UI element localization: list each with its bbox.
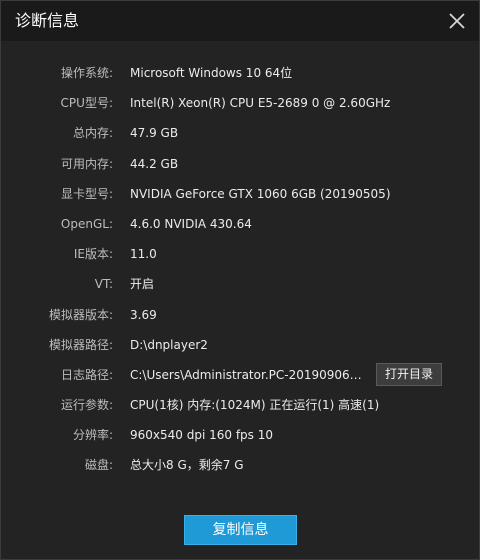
info-label: 日志路径: bbox=[60, 367, 113, 382]
info-row-opengl: OpenGL: 4.6.0 NVIDIA 430.64 bbox=[1, 209, 479, 239]
info-value: C:\Users\Administrator.PC-20190906NF... bbox=[130, 367, 370, 382]
info-value: D:\dnplayer2 bbox=[130, 337, 208, 352]
info-label: 操作系统: bbox=[60, 66, 113, 80]
info-row-gpu: 显卡型号: NVIDIA GeForce GTX 1060 6GB (20190… bbox=[1, 179, 479, 209]
info-value: 开启 bbox=[130, 277, 155, 292]
info-value: 4.6.0 NVIDIA 430.64 bbox=[130, 216, 252, 231]
info-value: Microsoft Windows 10 64位 bbox=[130, 66, 293, 80]
info-label: 分辨率: bbox=[72, 428, 113, 443]
info-value: 960x540 dpi 160 fps 10 bbox=[130, 428, 274, 443]
diagnostics-dialog: 诊断信息 操作系统: Microsoft Windows 10 64位 CPU型… bbox=[0, 0, 480, 560]
info-label: 模拟器路径: bbox=[48, 337, 113, 352]
copy-info-button[interactable]: 复制信息 bbox=[184, 515, 297, 545]
info-row-os: 操作系统: Microsoft Windows 10 64位 bbox=[1, 58, 479, 88]
info-value: 3.69 bbox=[130, 307, 157, 322]
info-row-vt: VT: 开启 bbox=[1, 269, 479, 299]
info-row-cpu: CPU型号: Intel(R) Xeon(R) CPU E5-2689 0 @ … bbox=[1, 88, 479, 118]
info-row-emulator-version: 模拟器版本: 3.69 bbox=[1, 300, 479, 330]
info-value: NVIDIA GeForce GTX 1060 6GB (20190505) bbox=[130, 186, 391, 201]
info-value: 11.0 bbox=[130, 247, 157, 262]
info-label: IE版本: bbox=[73, 247, 113, 262]
info-row-ie-version: IE版本: 11.0 bbox=[1, 239, 479, 269]
info-value: CPU(1核) 内存:(1024M) 正在运行(1) 高速(1) bbox=[130, 398, 380, 413]
info-label: 磁盘: bbox=[84, 458, 113, 473]
info-value: 总大小8 G，剩余7 G bbox=[130, 458, 244, 473]
info-value: 47.9 GB bbox=[130, 126, 179, 141]
info-row-run-params: 运行参数: CPU(1核) 内存:(1024M) 正在运行(1) 高速(1) bbox=[1, 390, 479, 420]
info-label: 可用内存: bbox=[60, 156, 113, 171]
close-icon[interactable] bbox=[443, 7, 471, 35]
info-label: 模拟器版本: bbox=[48, 307, 113, 322]
info-label: 显卡型号: bbox=[60, 186, 113, 201]
info-value: 44.2 GB bbox=[130, 156, 179, 171]
info-label: 运行参数: bbox=[60, 398, 113, 413]
info-label: VT: bbox=[94, 277, 113, 292]
info-row-log-path: 日志路径: C:\Users\Administrator.PC-20190906… bbox=[1, 360, 479, 390]
info-row-resolution: 分辨率: 960x540 dpi 160 fps 10 bbox=[1, 420, 479, 450]
info-label: OpenGL: bbox=[60, 216, 113, 231]
info-label: CPU型号: bbox=[60, 96, 113, 111]
dialog-title: 诊断信息 bbox=[15, 11, 80, 30]
open-directory-button[interactable]: 打开目录 bbox=[376, 362, 442, 386]
info-row-total-memory: 总内存: 47.9 GB bbox=[1, 118, 479, 148]
dialog-titlebar: 诊断信息 bbox=[1, 1, 479, 41]
info-row-emulator-path: 模拟器路径: D:\dnplayer2 bbox=[1, 330, 479, 360]
info-label: 总内存: bbox=[72, 126, 113, 141]
info-list: 操作系统: Microsoft Windows 10 64位 CPU型号: In… bbox=[1, 58, 479, 481]
info-row-available-memory: 可用内存: 44.2 GB bbox=[1, 149, 479, 179]
info-row-disk: 磁盘: 总大小8 G，剩余7 G bbox=[1, 450, 479, 480]
info-value: Intel(R) Xeon(R) CPU E5-2689 0 @ 2.60GHz bbox=[130, 96, 391, 111]
